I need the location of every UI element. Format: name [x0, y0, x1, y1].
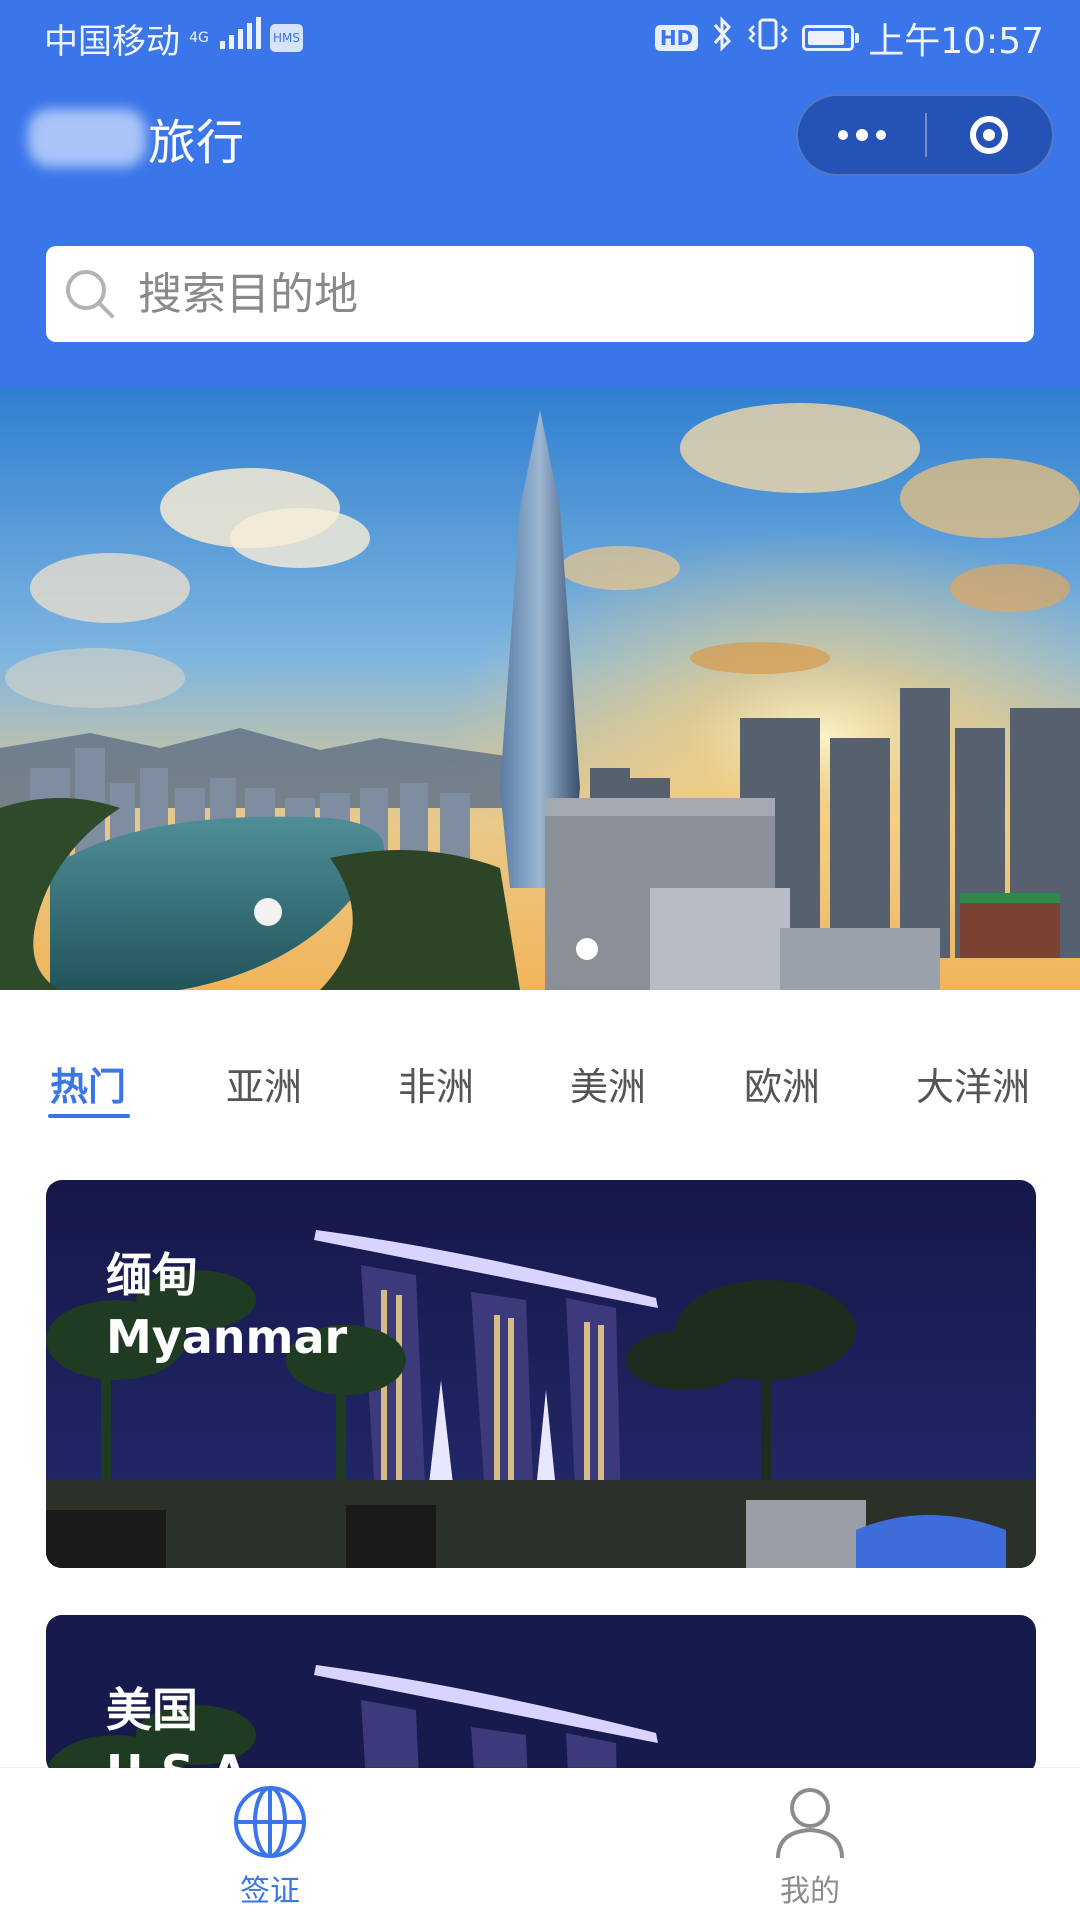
close-circle-icon [970, 116, 1009, 154]
carrier-label: 中国移动 [44, 21, 180, 62]
more-button[interactable] [798, 94, 925, 176]
hd-badge: HD [654, 25, 699, 51]
tab-hot[interactable]: 热门 [50, 1056, 126, 1111]
search-input[interactable] [136, 267, 1000, 321]
status-bar: 中国移动 4G HMS HD 上午10:57 [0, 0, 1080, 76]
tabbar-label-mine: 我的 [780, 1874, 840, 1909]
vibrate-icon [748, 16, 789, 61]
more-dot [855, 129, 868, 141]
close-button[interactable] [927, 94, 1052, 176]
app-title-text: 旅行 [148, 115, 245, 171]
region-tabs: 热门 亚洲 非洲 美洲 欧洲 大洋洲 [0, 1040, 1080, 1120]
card-title: 美国 U.S.A [106, 1679, 247, 1775]
destination-card[interactable]: 美国 U.S.A [46, 1615, 1036, 1775]
more-dot [875, 130, 886, 140]
network-label: 4G [189, 30, 209, 46]
bottom-tab-bar: 签证 我的 [0, 1768, 1080, 1920]
header: 中国移动 4G HMS HD 上午10:57 旅行 搜索目的地 [0, 0, 1080, 388]
tab-asia[interactable]: 亚洲 [226, 1056, 302, 1111]
status-right: HD 上午10:57 [654, 14, 1044, 62]
miniprogram-capsule [796, 94, 1054, 176]
tab-oceania[interactable]: 大洋洲 [916, 1056, 1030, 1111]
app-title: 旅行 [28, 102, 244, 174]
clock-label: 上午10:57 [868, 21, 1044, 62]
destination-card[interactable]: 缅甸 Myanmar [46, 1180, 1036, 1568]
active-tab-indicator [48, 1114, 130, 1118]
globe-icon [230, 1782, 310, 1862]
hero-banner[interactable] [0, 388, 1080, 990]
banner-image [0, 388, 1080, 990]
tab-americas[interactable]: 美洲 [570, 1056, 646, 1111]
tabbar-item-mine[interactable]: 我的 [710, 1782, 910, 1910]
nav-bar: 旅行 [0, 90, 1080, 186]
card-name-cn: 缅甸 [106, 1248, 198, 1302]
tab-europe[interactable]: 欧洲 [744, 1056, 820, 1111]
search-icon [62, 266, 118, 322]
signal-icon [218, 16, 262, 60]
user-icon [770, 1782, 850, 1862]
battery-icon [802, 25, 860, 51]
tabbar-label-visa: 签证 [240, 1874, 300, 1909]
search-bar[interactable] [46, 246, 1034, 342]
card-name-cn: 美国 [106, 1683, 198, 1737]
redacted-name [28, 109, 146, 167]
carousel-indicator-dot[interactable] [576, 938, 598, 960]
card-title: 缅甸 Myanmar [106, 1244, 347, 1368]
status-left: 中国移动 4G HMS [44, 14, 303, 62]
card-image [46, 1180, 1036, 1568]
bluetooth-icon [712, 15, 734, 61]
tabbar-item-visa[interactable]: 签证 [170, 1782, 370, 1910]
tab-africa[interactable]: 非洲 [398, 1056, 474, 1111]
more-dot [837, 130, 848, 140]
card-name-en: Myanmar [106, 1310, 348, 1364]
hms-icon: HMS [270, 24, 303, 52]
